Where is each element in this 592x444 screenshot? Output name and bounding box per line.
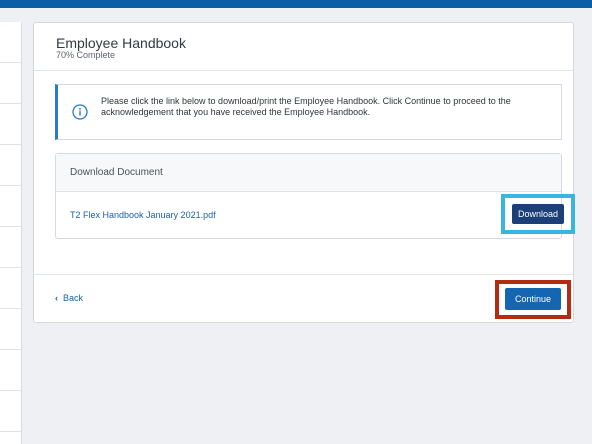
progress-status: 70% Complete — [56, 50, 116, 60]
download-button[interactable]: Download — [512, 204, 564, 224]
info-circle-icon — [72, 104, 88, 120]
handbook-file-link[interactable]: T2 Flex Handbook January 2021.pdf — [70, 210, 216, 220]
sidebar-row[interactable] — [0, 145, 21, 186]
back-label: Back — [63, 293, 84, 303]
sidebar-row[interactable] — [0, 104, 21, 145]
sidebar-row[interactable] — [0, 391, 21, 432]
page-title: Employee Handbook — [56, 35, 186, 51]
sidebar-row[interactable] — [0, 63, 21, 104]
back-button[interactable]: ‹ Back — [55, 293, 83, 303]
download-document-panel: Download Document T2 Flex Handbook Janua… — [55, 153, 575, 239]
sidebar-row[interactable] — [0, 309, 21, 350]
sidebar-row[interactable] — [0, 227, 21, 268]
card-header: Employee Handbook 70% Complete — [34, 23, 573, 71]
sidebar-row[interactable] — [0, 186, 21, 227]
sidebar-row[interactable] — [0, 268, 21, 309]
chevron-left-icon: ‹ — [55, 293, 58, 303]
download-panel-title: Download Document — [70, 167, 163, 178]
download-panel-header: Download Document — [56, 154, 561, 192]
sidebar-row[interactable] — [0, 22, 21, 63]
info-message: Please click the link below to download/… — [101, 96, 511, 117]
sidebar — [0, 22, 22, 444]
top-nav-bar — [0, 0, 592, 8]
info-alert: Please click the link below to download/… — [55, 84, 562, 140]
continue-button[interactable]: Continue — [505, 288, 561, 310]
handbook-card: Employee Handbook 70% Complete Please cl… — [33, 22, 575, 323]
footer-divider — [34, 274, 573, 275]
sidebar-row[interactable] — [0, 350, 21, 391]
